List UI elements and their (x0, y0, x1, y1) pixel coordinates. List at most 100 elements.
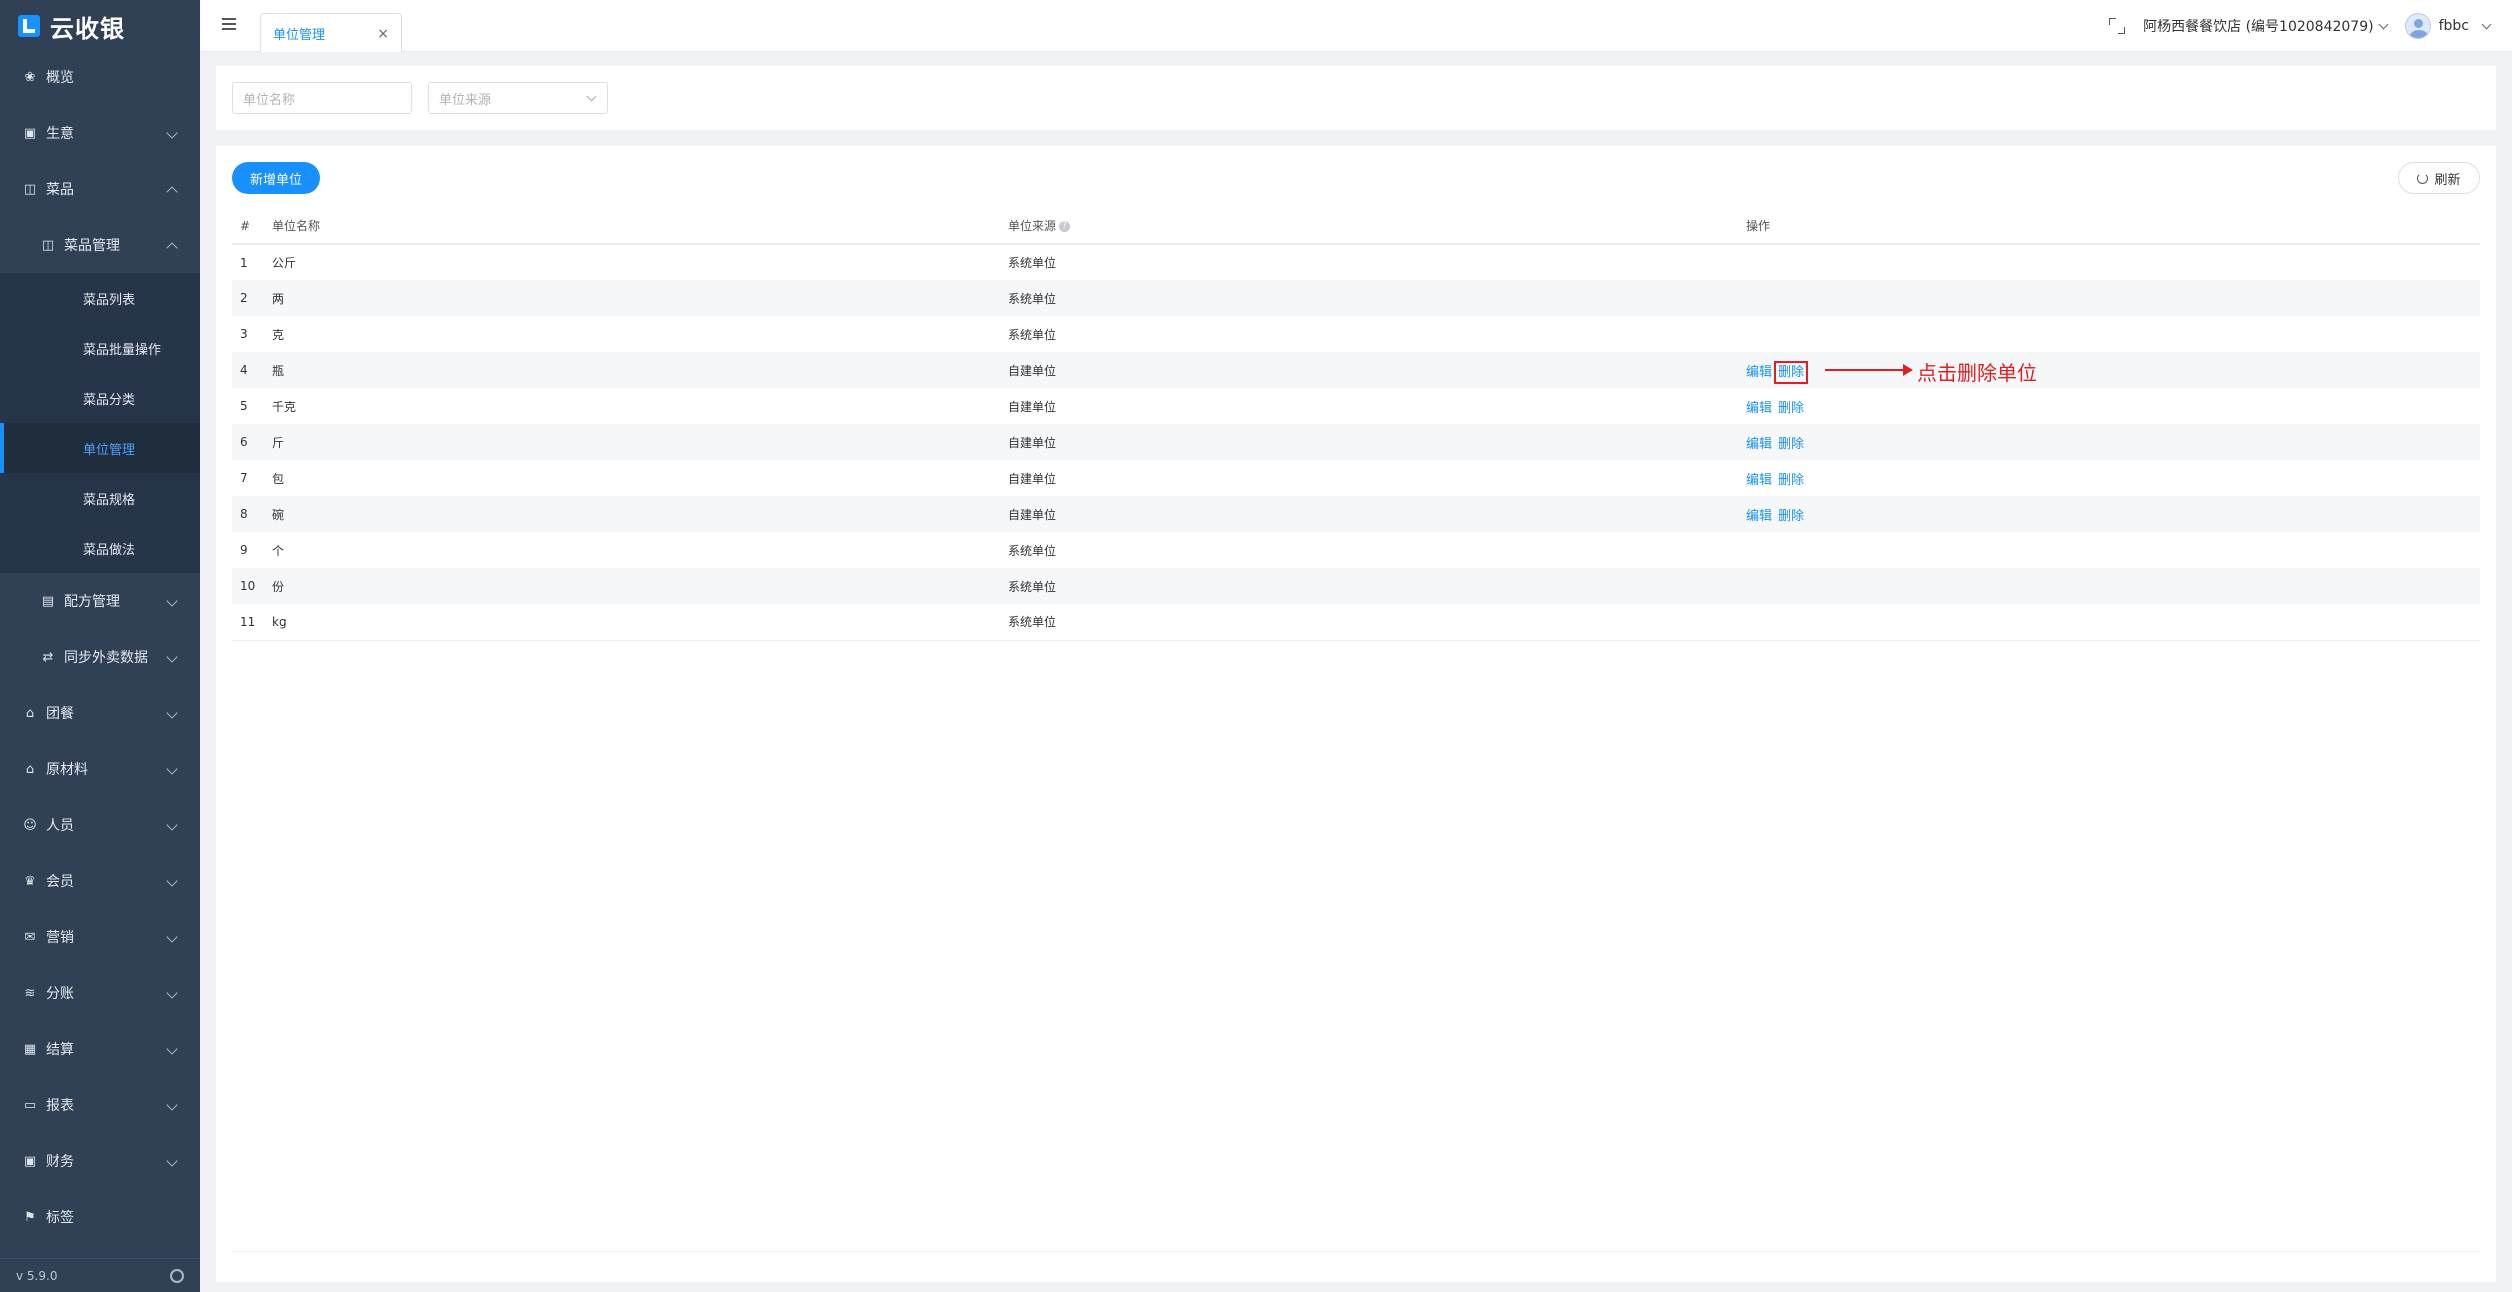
chevron-down-icon (166, 707, 178, 719)
sidebar-item-member[interactable]: ♛ 会员 (0, 853, 200, 909)
dish-manage-icon: ◫ (41, 237, 55, 253)
edit-button[interactable]: 编辑 (1746, 365, 1772, 380)
fullscreen-icon[interactable] (2109, 18, 2126, 34)
member-icon: ♛ (24, 873, 36, 889)
chevron-up-icon (166, 242, 178, 254)
row-actions (1746, 244, 2480, 280)
edit-button[interactable]: 编辑 (1746, 473, 1772, 488)
edit-button[interactable]: 编辑 (1746, 437, 1772, 452)
row-index: 11 (232, 604, 272, 641)
edit-button[interactable]: 编辑 (1746, 401, 1772, 416)
delete-button[interactable]: 删除 (1778, 401, 1804, 416)
report-icon: ▭ (23, 1097, 37, 1113)
sidebar-item-settle[interactable]: ▦ 结算 (0, 1021, 200, 1077)
sidebar-item-material[interactable]: ⌂ 原材料 (0, 741, 200, 797)
delete-button[interactable]: 删除 (1774, 360, 1809, 384)
brand: 云收银 (0, 0, 200, 52)
store-selector[interactable]: 阿杨西餐餐饮店 (编号1020842079) (2143, 16, 2389, 36)
menu-toggle-icon[interactable] (222, 18, 236, 30)
sidebar-item-label: 菜品 (46, 182, 74, 198)
table-row: 4 瓶 自建单位 编辑 删除 (232, 352, 2480, 388)
row-actions: 编辑 删除 (1746, 460, 2480, 496)
unit-source-placeholder: 单位来源 (439, 92, 492, 108)
table-row: 11 kg 系统单位 (232, 604, 2480, 641)
edit-button[interactable]: 编辑 (1746, 509, 1772, 524)
row-name: 两 (272, 280, 1008, 316)
sidebar-item-dish-spec[interactable]: 菜品规格 (0, 473, 200, 523)
table-row: 2 两 系统单位 (232, 280, 2480, 316)
table-row: 6 斤 自建单位 编辑 删除 (232, 424, 2480, 460)
sidebar-item-dish-method[interactable]: 菜品做法 (0, 523, 200, 573)
row-name: 瓶 (272, 352, 1008, 388)
sidebar-item-unit-manage[interactable]: 单位管理 (0, 423, 200, 473)
header-source: 单位来源? (1008, 208, 1746, 245)
close-icon[interactable]: × (377, 26, 389, 42)
dish-icon: ◫ (23, 181, 37, 197)
unit-source-select[interactable]: 单位来源 (428, 82, 608, 114)
row-index: 10 (232, 568, 272, 604)
sidebar-item-dish-manage[interactable]: ◫ 菜品管理 (0, 217, 200, 273)
user-menu[interactable]: fbbc (2404, 13, 2492, 39)
chevron-down-icon (166, 875, 178, 887)
refresh-button[interactable]: 刷新 (2398, 162, 2480, 194)
tab-unit-manage[interactable]: 单位管理 × (260, 13, 402, 52)
delete-button[interactable]: 删除 (1778, 437, 1804, 452)
sidebar-item-group-meal[interactable]: ⌂ 团餐 (0, 685, 200, 741)
finance-icon: ▣ (23, 1153, 37, 1169)
sidebar-item-report[interactable]: ▭ 报表 (0, 1077, 200, 1133)
sidebar-item-sync[interactable]: ⇄ 同步外卖数据 (0, 629, 200, 685)
row-index: 3 (240, 327, 248, 341)
sidebar-item-label: 配方管理 (64, 594, 120, 610)
row-name: 个 (272, 543, 285, 558)
sidebar-item-tag[interactable]: ⚑ 标签 (0, 1189, 200, 1245)
overview-icon: ❀ (24, 69, 36, 85)
chevron-down-icon (2481, 19, 2492, 30)
sidebar-item-business[interactable]: ▣ 生意 (0, 105, 200, 161)
unit-name-input[interactable]: 单位名称 (232, 82, 412, 114)
business-icon: ▣ (23, 125, 37, 141)
table-row: 8 碗 自建单位 编辑 删除 (232, 496, 2480, 532)
sidebar-item-label: 菜品管理 (64, 238, 120, 254)
row-name: 公斤 (272, 256, 297, 270)
material-icon: ⌂ (25, 761, 35, 777)
gear-icon[interactable] (170, 1268, 184, 1283)
delete-button[interactable]: 删除 (1778, 473, 1804, 488)
row-source: 系统单位 (1008, 256, 1057, 270)
row-source: 自建单位 (1008, 496, 1746, 532)
sidebar-item-dish-batch[interactable]: 菜品批量操作 (0, 323, 200, 373)
row-index: 2 (232, 280, 272, 316)
header-actions: 操作 (1746, 208, 2480, 245)
sidebar-item-dish[interactable]: ◫ 菜品 (0, 161, 200, 217)
brand-logo-icon (18, 15, 40, 37)
chevron-down-icon (166, 1043, 178, 1055)
sidebar-item-label: 菜品分类 (83, 392, 136, 408)
sidebar-item-overview[interactable]: ❀ 概览 (0, 49, 200, 105)
row-index: 4 (232, 352, 272, 388)
chevron-down-icon (166, 987, 178, 999)
sidebar-item-label: 单位管理 (83, 442, 136, 458)
sidebar-footer: v 5.9.0 (0, 1258, 200, 1292)
sidebar-item-staff[interactable]: ☺ 人员 (0, 797, 200, 853)
delete-button[interactable]: 删除 (1778, 509, 1804, 524)
sidebar-item-label: 标签 (46, 1210, 74, 1226)
sidebar-item-marketing[interactable]: ✉ 营销 (0, 909, 200, 965)
annotation-arrow-head-icon (1903, 364, 1913, 376)
table-card: 新增单位 刷新 # 单位名称 单位来源? 操作 1 公斤 系统单位 2 两 系统… (216, 146, 2496, 1282)
sidebar-item-recipe[interactable]: ▤ 配方管理 (0, 573, 200, 629)
sidebar-item-split[interactable]: ≋ 分账 (0, 965, 200, 1021)
help-icon[interactable]: ? (1059, 221, 1071, 232)
row-source: 系统单位 (1008, 327, 1057, 342)
row-index: 9 (240, 543, 248, 557)
add-unit-button[interactable]: 新增单位 (232, 162, 320, 194)
sidebar-item-label: 同步外卖数据 (64, 650, 148, 666)
user-name: fbbc (2438, 18, 2469, 34)
header-index: # (232, 208, 272, 245)
sidebar-item-dish-list[interactable]: 菜品列表 (0, 273, 200, 323)
header-name: 单位名称 (272, 208, 1008, 245)
sidebar-item-finance[interactable]: ▣ 财务 (0, 1133, 200, 1189)
sidebar-item-dish-category[interactable]: 菜品分类 (0, 373, 200, 423)
chevron-down-icon (166, 763, 178, 775)
marketing-icon: ✉ (24, 929, 36, 945)
refresh-icon (2417, 172, 2429, 184)
avatar (2404, 13, 2431, 39)
